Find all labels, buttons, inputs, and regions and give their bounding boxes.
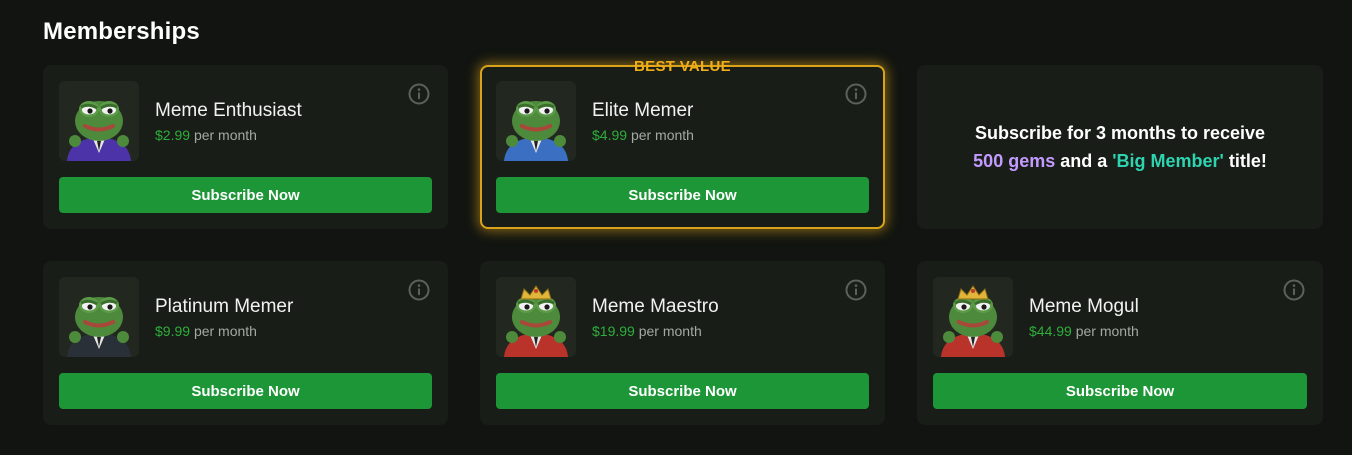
promo-banner: Subscribe for 3 months to receive 500 ge… — [917, 65, 1323, 229]
best-value-badge: BEST VALUE — [634, 58, 731, 75]
subscribe-button[interactable]: Subscribe Now — [933, 373, 1307, 409]
membership-period: per month — [193, 323, 257, 339]
memberships-page: Memberships Meme Enthusiast $2.99 per mo… — [0, 0, 1352, 455]
membership-price: $19.99 — [592, 323, 635, 339]
info-icon[interactable] — [845, 279, 867, 301]
membership-price-line: $19.99 per month — [592, 323, 702, 339]
subscribe-button[interactable]: Subscribe Now — [59, 177, 432, 213]
membership-name: Elite Memer — [592, 100, 694, 121]
membership-name: Platinum Memer — [155, 296, 294, 317]
membership-period: per month — [1075, 323, 1139, 339]
membership-name: Meme Enthusiast — [155, 100, 302, 121]
membership-price-line: $44.99 per month — [1029, 323, 1139, 339]
info-icon[interactable] — [408, 83, 430, 105]
promo-line1: Subscribe for 3 months to receive — [974, 123, 1266, 143]
promo-title-name: 'Big Member' — [1112, 151, 1224, 171]
promo-text: Subscribe for 3 months to receive 500 ge… — [973, 119, 1267, 175]
membership-price-line: $2.99 per month — [155, 127, 257, 143]
info-icon[interactable] — [845, 83, 867, 105]
frog-avatar — [496, 81, 576, 161]
membership-card-elite-memer: BEST VALUE Elite Memer $4.99 per month S… — [480, 58, 885, 229]
frog-avatar — [59, 81, 139, 161]
membership-price: $4.99 — [592, 127, 628, 143]
membership-period: per month — [193, 127, 257, 143]
membership-price-line: $9.99 per month — [155, 323, 257, 339]
membership-price: $44.99 — [1029, 323, 1072, 339]
frog-avatar — [59, 277, 139, 357]
membership-price-line: $4.99 per month — [592, 127, 694, 143]
membership-card-meme-mogul: Meme Mogul $44.99 per month Subscribe No… — [917, 261, 1323, 425]
promo-end: title! — [1223, 151, 1267, 171]
page-title: Memberships — [43, 18, 200, 45]
membership-card-meme-enthusiast: Meme Enthusiast $2.99 per month Subscrib… — [43, 65, 448, 229]
frog-avatar — [496, 277, 576, 357]
membership-price: $2.99 — [155, 127, 191, 143]
membership-name: Meme Maestro — [592, 296, 719, 317]
frog-avatar — [933, 277, 1013, 357]
info-icon[interactable] — [408, 279, 430, 301]
membership-card-platinum-memer: Platinum Memer $9.99 per month Subscribe… — [43, 261, 448, 425]
promo-gems: 500 gems — [973, 151, 1056, 171]
promo-middle: and a — [1055, 151, 1113, 171]
membership-period: per month — [630, 127, 694, 143]
subscribe-button[interactable]: Subscribe Now — [59, 373, 432, 409]
subscribe-button[interactable]: Subscribe Now — [496, 373, 869, 409]
info-icon[interactable] — [1283, 279, 1305, 301]
membership-price: $9.99 — [155, 323, 191, 339]
membership-name: Meme Mogul — [1029, 296, 1139, 317]
membership-card-meme-maestro: Meme Maestro $19.99 per month Subscribe … — [480, 261, 885, 425]
subscribe-button[interactable]: Subscribe Now — [496, 177, 869, 213]
membership-period: per month — [638, 323, 702, 339]
